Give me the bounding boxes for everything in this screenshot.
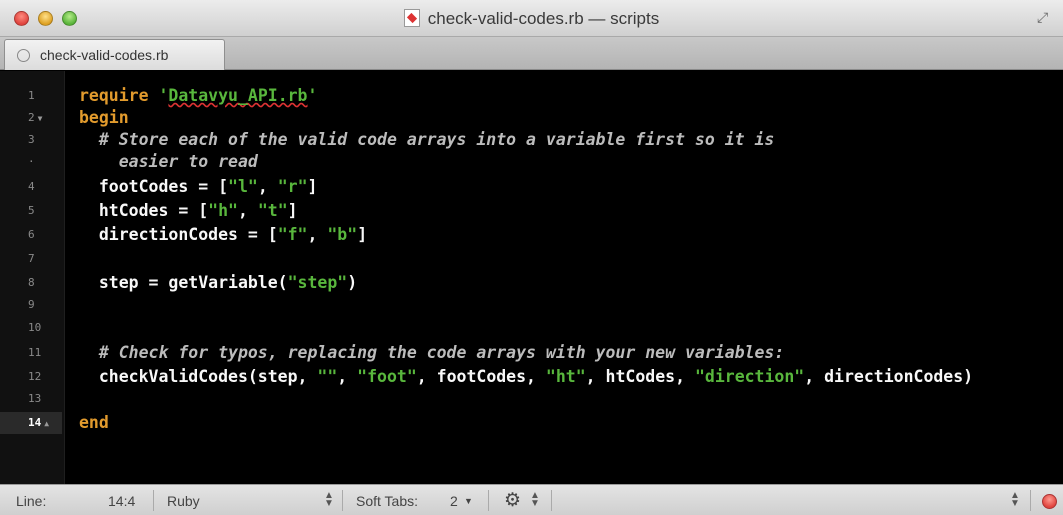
tab-bar: check-valid-codes.rb bbox=[0, 37, 1063, 70]
divider bbox=[1030, 490, 1031, 511]
gear-icon[interactable]: ⚙ bbox=[504, 489, 521, 512]
soft-tabs-label[interactable]: Soft Tabs: bbox=[356, 493, 418, 509]
code-line-3: # Store each of the valid code arrays in… bbox=[79, 130, 775, 149]
code-line-12: checkValidCodes(step, "", "foot", footCo… bbox=[79, 367, 974, 386]
line-number: 4 bbox=[28, 180, 35, 193]
divider bbox=[488, 490, 489, 511]
line-label: Line: bbox=[16, 493, 47, 509]
fold-up-icon[interactable]: ▲ bbox=[44, 419, 49, 428]
title-bar[interactable]: check-valid-codes.rb — scripts ⤢ bbox=[0, 0, 1063, 37]
tab-check-valid-codes[interactable]: check-valid-codes.rb bbox=[4, 39, 225, 70]
divider bbox=[153, 490, 154, 511]
line-number-wrap: · bbox=[28, 155, 35, 168]
line-number: 3 bbox=[28, 133, 35, 146]
divider bbox=[342, 490, 343, 511]
line-number: 5 bbox=[28, 204, 35, 217]
line-number: 9 bbox=[28, 298, 35, 311]
macro-record-icon[interactable] bbox=[1042, 494, 1057, 509]
line-number: 7 bbox=[28, 252, 35, 265]
tab-size-dropdown-icon[interactable]: ▼ bbox=[464, 496, 473, 506]
code-line-5: htCodes = ["h", "t"] bbox=[79, 201, 298, 220]
tab-label: check-valid-codes.rb bbox=[40, 47, 169, 63]
window-title: check-valid-codes.rb — scripts bbox=[427, 9, 660, 28]
spellcheck-underlined-text: Datavyu_API.rb bbox=[168, 86, 308, 105]
code-line-14: end bbox=[79, 413, 109, 432]
current-line-number: 14 ▲ bbox=[0, 412, 62, 434]
line-number: 13 bbox=[28, 392, 42, 405]
language-select[interactable]: Ruby bbox=[167, 493, 200, 509]
editor-window: check-valid-codes.rb — scripts ⤢ check-v… bbox=[0, 0, 1063, 515]
cursor-position[interactable]: 14:4 bbox=[108, 493, 135, 509]
line-number: 6 bbox=[28, 228, 35, 241]
tab-close-icon[interactable] bbox=[17, 49, 30, 62]
code-line-2: begin bbox=[79, 108, 129, 127]
divider bbox=[551, 490, 552, 511]
code-line-6: directionCodes = ["f", "b"] bbox=[79, 225, 368, 244]
language-stepper-icon[interactable]: ▲ ▼ bbox=[324, 491, 334, 509]
line-number: 11 bbox=[28, 346, 42, 359]
code-editor[interactable]: 1 2 ▼ 3 · 4 5 6 7 8 9 10 11 12 13 14 ▲ req… bbox=[0, 71, 1063, 484]
status-bar: Line: 14:4 Ruby ▲ ▼ Soft Tabs: 2 ▼ ⚙ ▲ ▼ ▲… bbox=[0, 484, 1063, 515]
line-number: 12 bbox=[28, 370, 42, 383]
symbol-stepper-icon[interactable]: ▲ ▼ bbox=[1010, 491, 1020, 509]
code-line-4: footCodes = ["l", "r"] bbox=[79, 177, 318, 196]
fold-down-icon[interactable]: ▼ bbox=[38, 114, 43, 123]
ruby-file-icon bbox=[403, 9, 420, 27]
code-line-8: step = getVariable("step") bbox=[79, 273, 358, 292]
window-title-group: check-valid-codes.rb — scripts bbox=[0, 9, 1063, 29]
code-line-3-wrap: easier to read bbox=[79, 152, 258, 171]
tab-size-value[interactable]: 2 bbox=[450, 493, 458, 509]
code-line-11: # Check for typos, replacing the code ar… bbox=[79, 343, 785, 362]
code-line-1: require 'Datavyu_API.rb' bbox=[79, 86, 318, 105]
line-number: 8 bbox=[28, 276, 35, 289]
line-number: 10 bbox=[28, 321, 42, 334]
line-number-gutter: 1 2 ▼ 3 · 4 5 6 7 8 9 10 11 12 13 14 ▲ bbox=[0, 71, 65, 484]
line-number: 1 bbox=[28, 89, 35, 102]
fullscreen-icon[interactable]: ⤢ bbox=[1037, 9, 1055, 27]
gear-stepper-icon[interactable]: ▲ ▼ bbox=[530, 491, 540, 509]
line-number: 2 ▼ bbox=[28, 111, 43, 124]
